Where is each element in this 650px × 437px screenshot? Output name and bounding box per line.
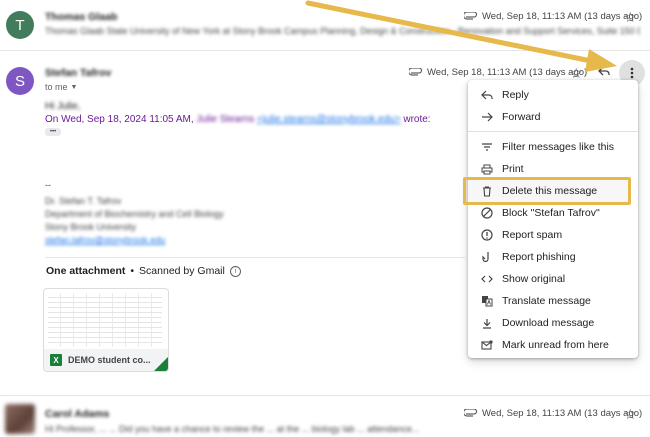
phishing-hook-icon	[478, 251, 496, 263]
quote-prefix: On Wed, Sep 18, 2024 11:05 AM,	[45, 114, 197, 125]
filter-icon	[478, 142, 496, 152]
sender-name: Thomas Glaab	[45, 11, 118, 23]
menu-item-label: Print	[502, 163, 524, 175]
email-date: Wed, Sep 18, 11:13 AM (13 days ago)	[427, 67, 588, 78]
avatar-letter: S	[14, 72, 25, 90]
menu-item-filter[interactable]: Filter messages like this	[468, 136, 638, 158]
signature-link[interactable]: stefan.tafrov@stonybrook.edu	[45, 235, 165, 245]
attachment-icon	[464, 11, 478, 22]
report-icon	[478, 229, 496, 241]
avatar[interactable]: S	[6, 67, 34, 95]
menu-item-translate[interactable]: Translate message	[468, 290, 638, 312]
quote-name: Julie Stearns	[196, 114, 255, 125]
menu-item-label: Mark unread from here	[502, 339, 609, 351]
quoted-header: On Wed, Sep 18, 2024 11:05 AM, Julie Ste…	[45, 114, 431, 125]
scanned-label: Scanned by Gmail	[139, 265, 225, 277]
attachment-card[interactable]: X DEMO student co...	[43, 288, 169, 372]
avatar[interactable]: T	[6, 11, 34, 39]
more-vert-icon	[630, 67, 634, 79]
menu-item-label: Translate message	[502, 295, 591, 307]
quote-email-link[interactable]: <julie.stearns@stonybrook.edu>	[257, 114, 401, 125]
email-greeting: Hi Julie,	[45, 101, 81, 112]
spreadsheet-preview	[48, 293, 162, 347]
download-icon	[478, 318, 496, 329]
menu-item-show-original[interactable]: Show original	[468, 268, 638, 290]
more-options-menu: Reply Forward Filter messages like this …	[468, 80, 638, 358]
email-date: Wed, Sep 18, 11:13 AM (13 days ago)	[482, 408, 643, 419]
avatar-letter: T	[15, 16, 25, 34]
star-icon[interactable]: ☆	[624, 9, 637, 26]
sender-name: Carol Adams	[45, 408, 110, 420]
info-icon[interactable]: i	[229, 265, 241, 277]
signature-line: Stony Brook University	[45, 222, 137, 232]
menu-item-download[interactable]: Download message	[468, 312, 638, 334]
star-icon[interactable]: ☆	[624, 406, 637, 423]
code-icon	[478, 274, 496, 284]
menu-item-label: Block "Stefan Tafrov"	[502, 207, 600, 219]
print-icon	[478, 164, 496, 175]
email-date-row: Wed, Sep 18, 11:13 AM (13 days ago)	[464, 11, 642, 22]
menu-item-block[interactable]: Block "Stefan Tafrov"	[468, 202, 638, 224]
mark-unread-icon	[478, 340, 496, 350]
menu-separator	[468, 131, 638, 132]
delete-highlight-box	[463, 177, 631, 205]
signature-line: Dr. Stefan T. Tafrov	[45, 196, 122, 206]
attachment-icon	[409, 67, 423, 78]
email-date-row: Wed, Sep 18, 11:13 AM (13 days ago)	[464, 408, 642, 419]
attachments-title: One attachment	[46, 265, 126, 277]
corner-fold-icon	[154, 357, 168, 371]
bullet: •	[130, 265, 135, 277]
reply-icon[interactable]	[597, 64, 611, 78]
menu-item-report-spam[interactable]: Report spam	[468, 224, 638, 246]
recipient-dropdown[interactable]: to me ▼	[45, 82, 77, 92]
forward-icon	[478, 112, 496, 122]
menu-item-label: Show original	[502, 273, 566, 285]
menu-item-reply[interactable]: Reply	[468, 84, 638, 106]
avatar[interactable]	[5, 404, 35, 434]
divider	[0, 395, 650, 396]
excel-file-icon: X	[50, 354, 62, 366]
email-date-row: Wed, Sep 18, 11:13 AM (13 days ago)	[409, 67, 587, 78]
quote-suffix: wrote:	[400, 114, 431, 125]
menu-item-label: Filter messages like this	[502, 141, 615, 153]
attachments-header: One attachment • Scanned by Gmail i	[46, 265, 241, 277]
translate-icon	[478, 295, 496, 307]
menu-item-forward[interactable]: Forward	[468, 106, 638, 128]
email-date: Wed, Sep 18, 11:13 AM (13 days ago)	[482, 11, 643, 22]
menu-item-mark-unread[interactable]: Mark unread from here	[468, 334, 638, 356]
ellipsis-label: •••	[49, 129, 57, 135]
attachment-file-name: DEMO student co...	[68, 355, 151, 365]
signature-dash: --	[45, 180, 51, 190]
email-snippet[interactable]: Thomas Glaab State University of New Yor…	[45, 26, 640, 36]
chevron-down-icon: ▼	[70, 83, 78, 91]
email-snippet[interactable]: Hi Professor, ... ... Did you have a cha…	[45, 424, 615, 434]
menu-item-label: Report phishing	[502, 251, 576, 263]
reply-icon	[478, 90, 496, 100]
divider	[45, 257, 465, 258]
menu-item-report-phishing[interactable]: Report phishing	[468, 246, 638, 268]
signature-line: Department of Biochemistry and Cell Biol…	[45, 209, 224, 219]
show-trimmed-content-button[interactable]: •••	[45, 128, 61, 136]
block-icon	[478, 207, 496, 219]
attachment-icon	[464, 408, 478, 419]
menu-item-label: Forward	[502, 111, 541, 123]
sender-name: Stefan Tafrov	[45, 67, 112, 79]
recipient-label: to me	[45, 82, 68, 92]
menu-item-label: Report spam	[502, 229, 563, 241]
divider	[0, 50, 650, 51]
menu-item-label: Reply	[502, 89, 529, 101]
attachment-footer: X DEMO student co...	[44, 349, 168, 371]
menu-item-label: Download message	[502, 317, 595, 329]
